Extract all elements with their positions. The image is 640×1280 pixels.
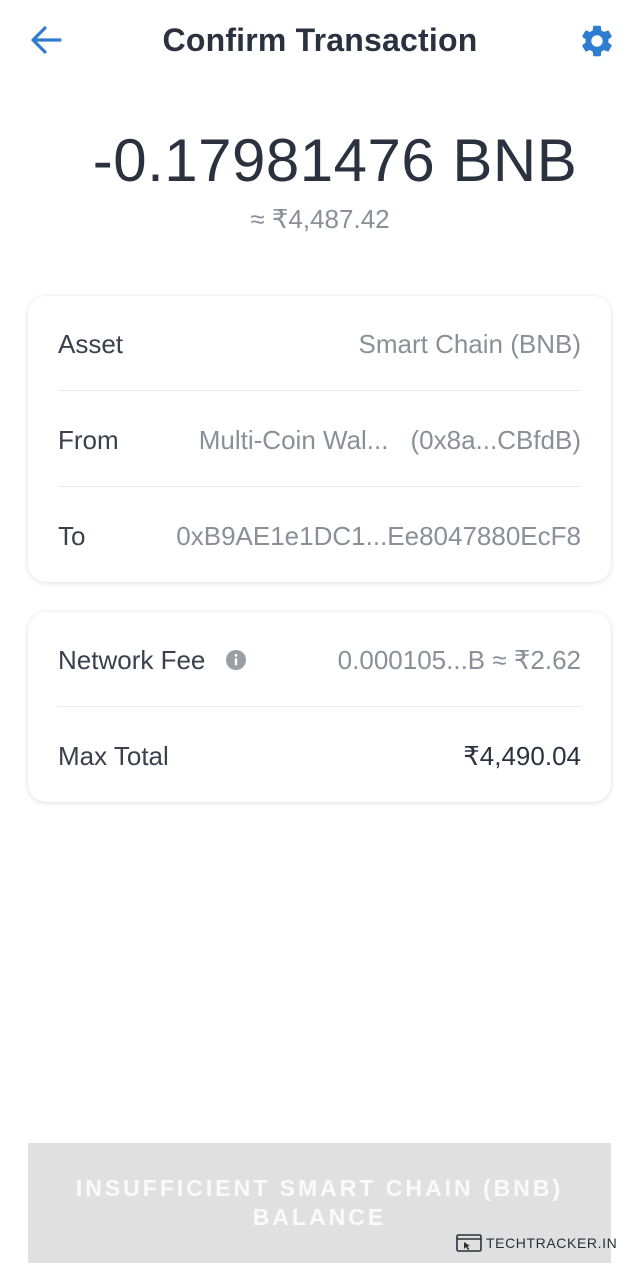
from-address: (0x8a...CBfdB) [410,424,581,455]
divider [58,486,581,487]
watermark: TECHTRACKER.IN [456,1234,617,1252]
to-row: To 0xB9AE1e1DC1...Ee8047880EcF8 [58,488,581,584]
info-icon[interactable] [225,649,247,671]
fiat-estimate: ≈ ₹4,487.42 [250,204,390,234]
divider [58,706,581,707]
asset-value: Smart Chain (BNB) [358,328,582,359]
asset-label: Asset [58,328,124,359]
from-label: From [58,424,119,455]
button-label-line1: INSUFFICIENT SMART CHAIN (BNB) [75,1175,564,1201]
watermark-text: TECHTRACKER.IN [486,1235,618,1251]
divider [58,390,581,391]
gear-icon [582,25,612,57]
max-total-row: Max Total ₹4,490.04 [58,708,581,804]
network-fee-value: 0.000105...B ≈ ₹2.62 [337,644,581,675]
settings-button[interactable] [576,20,618,62]
network-fee-label: Network Fee [58,644,206,675]
from-value: Multi-Coin Wal... (0x8a...CBfdB) [199,425,581,456]
button-label-line2: BALANCE [252,1204,387,1230]
network-fee-row[interactable]: Network Fee 0.000105...B ≈ ₹2.62 [58,612,581,708]
to-address: 0xB9AE1e1DC1...Ee8047880EcF8 [176,520,581,551]
max-total-value: ₹4,490.04 [463,740,581,771]
transaction-amount: -0.17981476 BNB [92,127,578,194]
to-label: To [58,520,86,551]
from-row: From Multi-Coin Wal... (0x8a...CBfdB) [58,392,581,488]
from-wallet-name: Multi-Coin Wal... [198,424,389,455]
asset-row: Asset Smart Chain (BNB) [58,296,581,392]
header: Confirm Transaction [0,0,640,84]
page-title: Confirm Transaction [162,22,478,58]
browser-window-icon [456,1234,482,1252]
confirm-transaction-screen: Confirm Transaction -0.17981476 BNB ≈ ₹4… [0,0,640,1280]
details-card: Asset Smart Chain (BNB) From Multi-Coin … [28,296,611,582]
fees-card: Network Fee 0.000105...B ≈ ₹2.62 Max Tot… [28,612,611,802]
max-total-label: Max Total [58,740,169,771]
